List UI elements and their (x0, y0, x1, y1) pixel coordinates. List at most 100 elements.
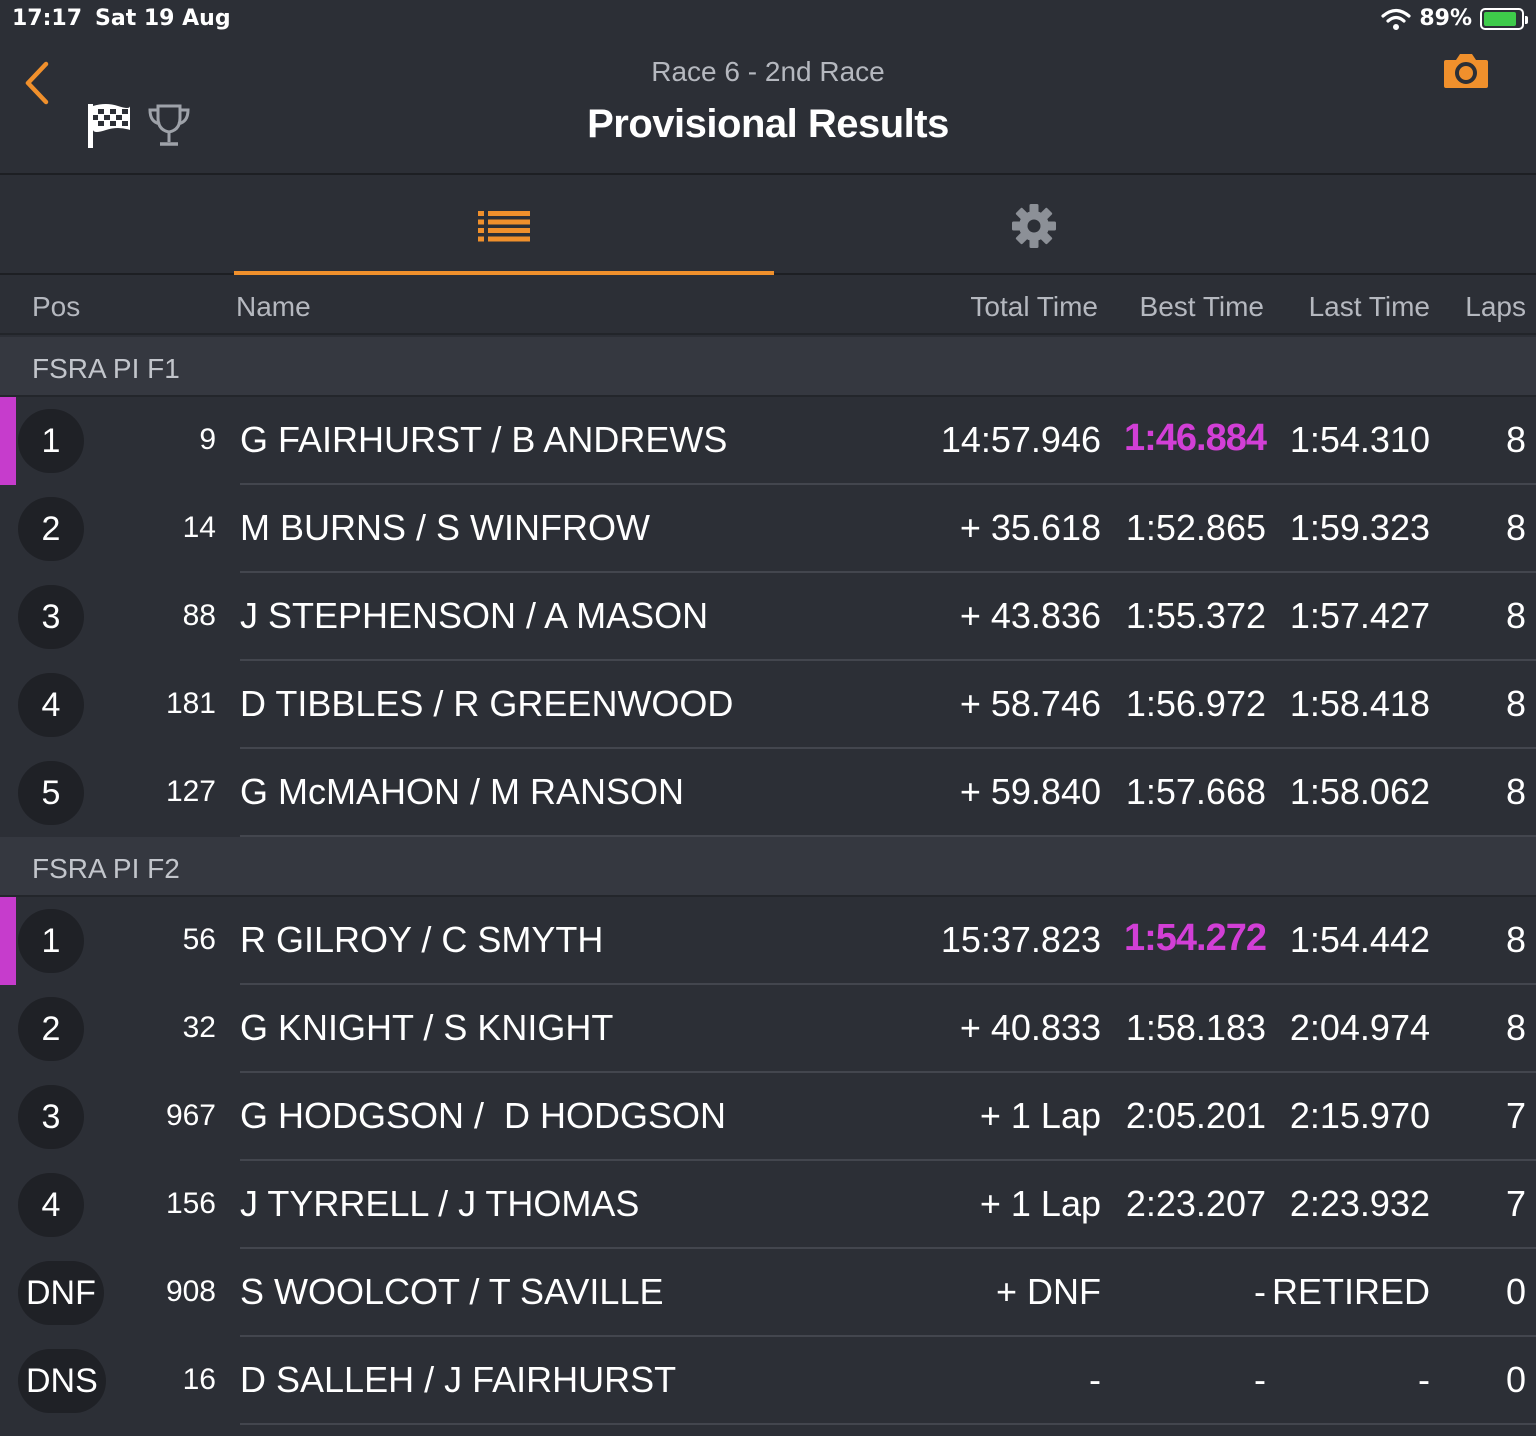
car-number: 156 (165, 1187, 216, 1220)
driver-names: R GILROY / C SMYTH (240, 919, 604, 960)
col-best-time[interactable]: Best Time (1140, 291, 1264, 323)
driver-names: D TIBBLES / R GREENWOOD (240, 683, 734, 724)
laps-count: 8 (1505, 683, 1526, 724)
total-time: + 40.833 (959, 1007, 1101, 1048)
total-time: + 1 Lap (979, 1183, 1101, 1224)
laps-count: 7 (1505, 1183, 1526, 1224)
last-time: 1:57.427 (1289, 595, 1430, 636)
camera-icon[interactable] (1442, 50, 1490, 90)
row-divider (240, 1423, 1536, 1425)
last-time: 2:15.970 (1289, 1095, 1430, 1136)
best-time: - (1254, 1271, 1266, 1312)
total-time: + DNF (995, 1271, 1101, 1312)
car-number: 908 (165, 1275, 216, 1308)
driver-names: G KNIGHT / S KNIGHT (240, 1007, 614, 1048)
position-badge: 3 (18, 1085, 84, 1149)
laps-count: 8 (1505, 771, 1526, 812)
total-time: + 58.746 (959, 683, 1101, 724)
position-badge: DNF (18, 1261, 104, 1325)
car-number: 967 (165, 1099, 216, 1132)
last-time: - (1418, 1359, 1430, 1400)
result-row[interactable]: 1 9 G FAIRHURST / B ANDREWS 14:57.946 1:46.8… (0, 397, 1536, 485)
last-time: 2:23.932 (1289, 1183, 1430, 1224)
status-date: Sat 19 Aug (95, 6, 231, 31)
car-number: 88 (182, 599, 216, 632)
race-subtitle: Race 6 - 2nd Race (651, 56, 885, 87)
result-row[interactable]: 5 127 G McMAHON / M RANSON + 59.840 1:57.668… (0, 749, 1536, 837)
result-row[interactable]: 4 181 D TIBBLES / R GREENWOOD + 58.746 1:56.… (0, 661, 1536, 749)
total-time: + 1 Lap (979, 1095, 1101, 1136)
col-pos[interactable]: Pos (32, 291, 80, 323)
car-number: 181 (165, 687, 216, 720)
laps-count: 8 (1505, 919, 1526, 960)
gear-icon (1012, 204, 1056, 248)
total-time: + 35.618 (959, 507, 1101, 548)
tab-results-list[interactable] (234, 177, 774, 275)
best-time: 2:23.207 (1125, 1183, 1266, 1224)
car-number: 16 (182, 1363, 216, 1396)
position-badge: 1 (18, 909, 84, 973)
driver-names: D SALLEH / J FAIRHURST (240, 1359, 677, 1400)
battery-icon (1480, 7, 1528, 30)
last-time: RETIRED (1271, 1271, 1430, 1312)
last-time: 1:54.310 (1289, 419, 1430, 460)
col-laps[interactable]: Laps (1465, 291, 1526, 323)
result-row[interactable]: 2 32 G KNIGHT / S KNIGHT + 40.833 1:58.183 2:… (0, 985, 1536, 1073)
best-time: 1:58.183 (1125, 1007, 1266, 1048)
last-time: 1:58.062 (1289, 771, 1430, 812)
nav-header: Race 6 - 2nd Race Provisional Results (0, 40, 1536, 175)
group-label: FSRA PI F2 (32, 853, 180, 884)
result-row[interactable]: 3 88 J STEPHENSON / A MASON + 43.836 1:55.37… (0, 573, 1536, 661)
driver-names: M BURNS / S WINFROW (240, 507, 650, 548)
laps-count: 0 (1505, 1359, 1526, 1400)
laps-count: 8 (1505, 595, 1526, 636)
position-badge: 5 (18, 761, 84, 825)
position-badge: 1 (18, 409, 84, 473)
car-number: 14 (182, 511, 216, 544)
col-name[interactable]: Name (236, 291, 311, 323)
tab-bar (0, 177, 1536, 275)
laps-count: 8 (1505, 419, 1526, 460)
position-badge: 4 (18, 1173, 84, 1237)
col-last-time[interactable]: Last Time (1309, 291, 1430, 323)
status-bar: 17:17 Sat 19 Aug 89% (0, 0, 1536, 40)
col-total-time[interactable]: Total Time (970, 291, 1098, 323)
best-time: - (1254, 1359, 1266, 1400)
status-indicators: 89% (1381, 6, 1528, 31)
column-headers: Pos Name Total Time Best Time Last Time … (0, 277, 1536, 335)
car-number: 32 (182, 1011, 216, 1044)
laps-count: 7 (1505, 1095, 1526, 1136)
car-number: 9 (199, 423, 216, 456)
result-row[interactable]: 1 56 R GILROY / C SMYTH 15:37.823 1:54.272 1:… (0, 897, 1536, 985)
result-row[interactable]: DNS 16 D SALLEH / J FAIRHURST - - - 0 (0, 1337, 1536, 1425)
driver-names: J STEPHENSON / A MASON (240, 595, 709, 636)
position-badge: 4 (18, 673, 84, 737)
total-time: + 43.836 (959, 595, 1101, 636)
result-row[interactable]: 3 967 G HODGSON / D HODGSON + 1 Lap 2:05.201… (0, 1073, 1536, 1161)
driver-names: J TYRRELL / J THOMAS (240, 1183, 640, 1224)
last-time: 2:04.974 (1289, 1007, 1430, 1048)
result-row[interactable]: 4 156 J TYRRELL / J THOMAS + 1 Lap 2:23.207 2… (0, 1161, 1536, 1249)
active-tab-underline (234, 271, 774, 275)
result-row[interactable]: DNF 908 S WOOLCOT / T SAVILLE + DNF - RETIRED… (0, 1249, 1536, 1337)
wifi-icon (1381, 8, 1411, 30)
position-badge: 3 (18, 585, 84, 649)
car-number: 56 (182, 923, 216, 956)
driver-names: G FAIRHURST / B ANDREWS (240, 419, 728, 460)
group-header: FSRA PI F1 (0, 337, 1536, 397)
total-time: - (1089, 1359, 1101, 1400)
position-badge: DNS (18, 1349, 106, 1413)
leader-marker (0, 397, 16, 485)
result-row[interactable]: 2 14 M BURNS / S WINFROW + 35.618 1:52.865 1:… (0, 485, 1536, 573)
last-time: 1:59.323 (1289, 507, 1430, 548)
list-icon (478, 211, 530, 242)
total-time: 14:57.946 (940, 419, 1101, 460)
best-time: 1:55.372 (1125, 595, 1266, 636)
group-header: FSRA PI F2 (0, 837, 1536, 897)
tab-settings[interactable] (774, 177, 1294, 275)
group-label: FSRA PI F1 (32, 353, 180, 384)
driver-names: S WOOLCOT / T SAVILLE (240, 1271, 664, 1312)
best-time: 1:52.865 (1125, 507, 1266, 548)
status-time: 17:17 (12, 6, 83, 31)
best-time: 1:57.668 (1125, 771, 1266, 812)
